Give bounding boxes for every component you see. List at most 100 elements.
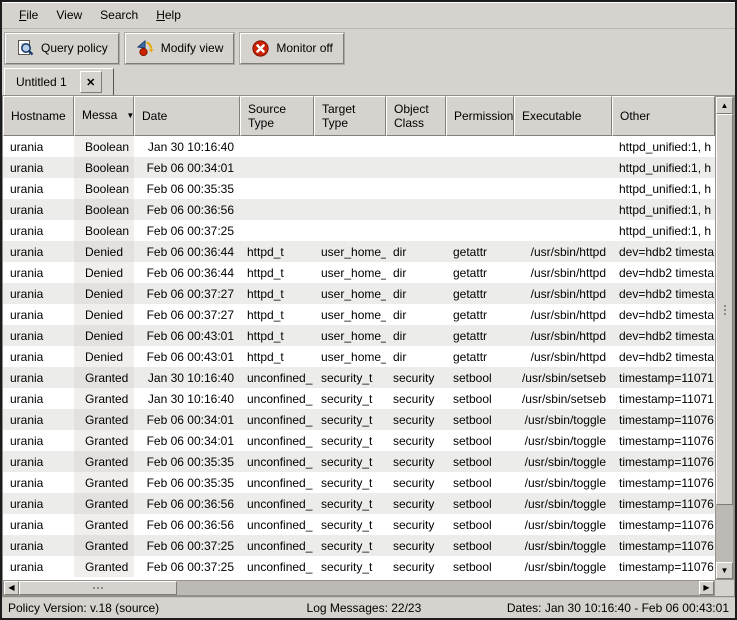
cell-objclass: security <box>386 493 446 514</box>
cell-message: Granted <box>74 409 134 430</box>
table-row[interactable]: uraniaGrantedFeb 06 00:37:25unconfined_s… <box>3 556 715 577</box>
cell-target: user_home_ <box>314 304 386 325</box>
cell-objclass <box>386 136 446 157</box>
column-header-executable[interactable]: Executable <box>514 96 612 136</box>
table-row[interactable]: uraniaGrantedFeb 06 00:37:25unconfined_s… <box>3 535 715 556</box>
cell-message: Denied <box>74 241 134 262</box>
cell-source: unconfined_ <box>240 556 314 577</box>
cell-objclass: security <box>386 472 446 493</box>
cell-other: timestamp=11071 <box>612 367 715 388</box>
table-row[interactable]: uraniaGrantedFeb 06 00:35:35unconfined_s… <box>3 472 715 493</box>
table-row[interactable]: uraniaBooleanFeb 06 00:37:25httpd_unifie… <box>3 220 715 241</box>
table-row[interactable]: uraniaGrantedJan 30 10:16:40unconfined_s… <box>3 388 715 409</box>
cell-target: security_t <box>314 535 386 556</box>
cell-message: Granted <box>74 367 134 388</box>
cell-other: timestamp=11076 <box>612 535 715 556</box>
table-row[interactable]: uraniaDeniedFeb 06 00:36:44httpd_tuser_h… <box>3 241 715 262</box>
menu-view[interactable]: View <box>47 6 91 24</box>
modify-view-button[interactable]: Modify view <box>125 33 235 64</box>
cell-source <box>240 199 314 220</box>
table-row[interactable]: uraniaBooleanJan 30 10:16:40httpd_unifie… <box>3 136 715 157</box>
cell-hostname: urania <box>3 283 74 304</box>
tab-close-button[interactable]: ✕ <box>80 71 102 93</box>
cell-target <box>314 199 386 220</box>
vertical-scrollbar[interactable]: ▲ ▼ <box>715 96 734 580</box>
cell-message: Denied <box>74 325 134 346</box>
table-row[interactable]: uraniaGrantedFeb 06 00:36:56unconfined_s… <box>3 493 715 514</box>
cell-hostname: urania <box>3 451 74 472</box>
cell-other: timestamp=11076 <box>612 451 715 472</box>
cell-hostname: urania <box>3 367 74 388</box>
cell-message: Denied <box>74 304 134 325</box>
column-header-permission[interactable]: Permission <box>446 96 514 136</box>
cell-executable: /usr/sbin/toggle <box>514 409 612 430</box>
scroll-left-button[interactable]: ◀ <box>4 581 19 595</box>
table-row[interactable]: uraniaDeniedFeb 06 00:43:01httpd_tuser_h… <box>3 325 715 346</box>
column-header-target[interactable]: TargetType <box>314 96 386 136</box>
cell-executable: /usr/sbin/httpd <box>514 241 612 262</box>
horizontal-scrollbar-thumb[interactable] <box>19 581 177 595</box>
table-row[interactable]: uraniaGrantedFeb 06 00:34:01unconfined_s… <box>3 409 715 430</box>
table-row[interactable]: uraniaGrantedFeb 06 00:36:56unconfined_s… <box>3 514 715 535</box>
cell-source <box>240 178 314 199</box>
cell-other: httpd_unified:1, h <box>612 220 715 241</box>
cell-target: user_home_ <box>314 283 386 304</box>
query-policy-button[interactable]: Query policy <box>5 33 119 64</box>
cell-objclass: dir <box>386 304 446 325</box>
table-row[interactable]: uraniaBooleanFeb 06 00:34:01httpd_unifie… <box>3 157 715 178</box>
monitor-off-label: Monitor off <box>276 41 332 55</box>
cell-permission: setbool <box>446 514 514 535</box>
column-header-other[interactable]: Other <box>612 96 715 136</box>
cell-date: Feb 06 00:43:01 <box>134 346 240 367</box>
monitor-off-button[interactable]: Monitor off <box>240 33 343 64</box>
cell-other: dev=hdb2 timesta <box>612 325 715 346</box>
table-row[interactable]: uraniaDeniedFeb 06 00:37:27httpd_tuser_h… <box>3 304 715 325</box>
cell-date: Feb 06 00:37:25 <box>134 535 240 556</box>
cell-objclass: dir <box>386 241 446 262</box>
cell-hostname: urania <box>3 430 74 451</box>
menu-search[interactable]: Search <box>91 6 147 24</box>
scroll-right-button[interactable]: ▶ <box>699 581 714 595</box>
cell-date: Jan 30 10:16:40 <box>134 136 240 157</box>
scroll-down-button[interactable]: ▼ <box>716 562 733 579</box>
cell-target <box>314 178 386 199</box>
table-row[interactable]: uraniaDeniedFeb 06 00:36:44httpd_tuser_h… <box>3 262 715 283</box>
column-header-source[interactable]: SourceType <box>240 96 314 136</box>
cell-executable <box>514 220 612 241</box>
cell-permission: getattr <box>446 262 514 283</box>
cell-source: unconfined_ <box>240 514 314 535</box>
table-row[interactable]: uraniaGrantedJan 30 10:16:40unconfined_s… <box>3 367 715 388</box>
column-header-date[interactable]: Date <box>134 96 240 136</box>
cell-target: user_home_ <box>314 262 386 283</box>
column-header-message[interactable]: Messa▼ <box>74 96 134 136</box>
table-row[interactable]: uraniaGrantedFeb 06 00:34:01unconfined_s… <box>3 430 715 451</box>
cell-date: Jan 30 10:16:40 <box>134 367 240 388</box>
log-grid-viewport: HostnameMessa▼DateSourceTypeTargetTypeOb… <box>3 96 715 580</box>
scrollbar-corner <box>715 580 734 596</box>
cell-date: Feb 06 00:34:01 <box>134 409 240 430</box>
cell-hostname: urania <box>3 409 74 430</box>
cell-other: httpd_unified:1, h <box>612 178 715 199</box>
cell-executable: /usr/sbin/toggle <box>514 451 612 472</box>
table-row[interactable]: uraniaGrantedFeb 06 00:35:35unconfined_s… <box>3 451 715 472</box>
horizontal-scrollbar[interactable]: ◀ ▶ <box>3 580 715 596</box>
menu-file[interactable]: File <box>10 6 47 24</box>
cell-source: unconfined_ <box>240 472 314 493</box>
column-header-objclass[interactable]: ObjectClass <box>386 96 446 136</box>
cell-objclass: dir <box>386 346 446 367</box>
menu-help[interactable]: Help <box>147 6 190 24</box>
vertical-scrollbar-thumb[interactable] <box>716 114 733 505</box>
cell-target: security_t <box>314 409 386 430</box>
table-row[interactable]: uraniaDeniedFeb 06 00:43:01httpd_tuser_h… <box>3 346 715 367</box>
column-header-hostname[interactable]: Hostname <box>3 96 74 136</box>
table-row[interactable]: uraniaBooleanFeb 06 00:36:56httpd_unifie… <box>3 199 715 220</box>
cell-objclass: security <box>386 451 446 472</box>
cell-source: unconfined_ <box>240 451 314 472</box>
tab-untitled-1[interactable]: Untitled 1 ✕ <box>4 68 114 96</box>
table-row[interactable]: uraniaDeniedFeb 06 00:37:27httpd_tuser_h… <box>3 283 715 304</box>
scroll-up-button[interactable]: ▲ <box>716 97 733 114</box>
cell-message: Granted <box>74 514 134 535</box>
table-row[interactable]: uraniaBooleanFeb 06 00:35:35httpd_unifie… <box>3 178 715 199</box>
cell-permission: setbool <box>446 472 514 493</box>
cell-target: user_home_ <box>314 241 386 262</box>
